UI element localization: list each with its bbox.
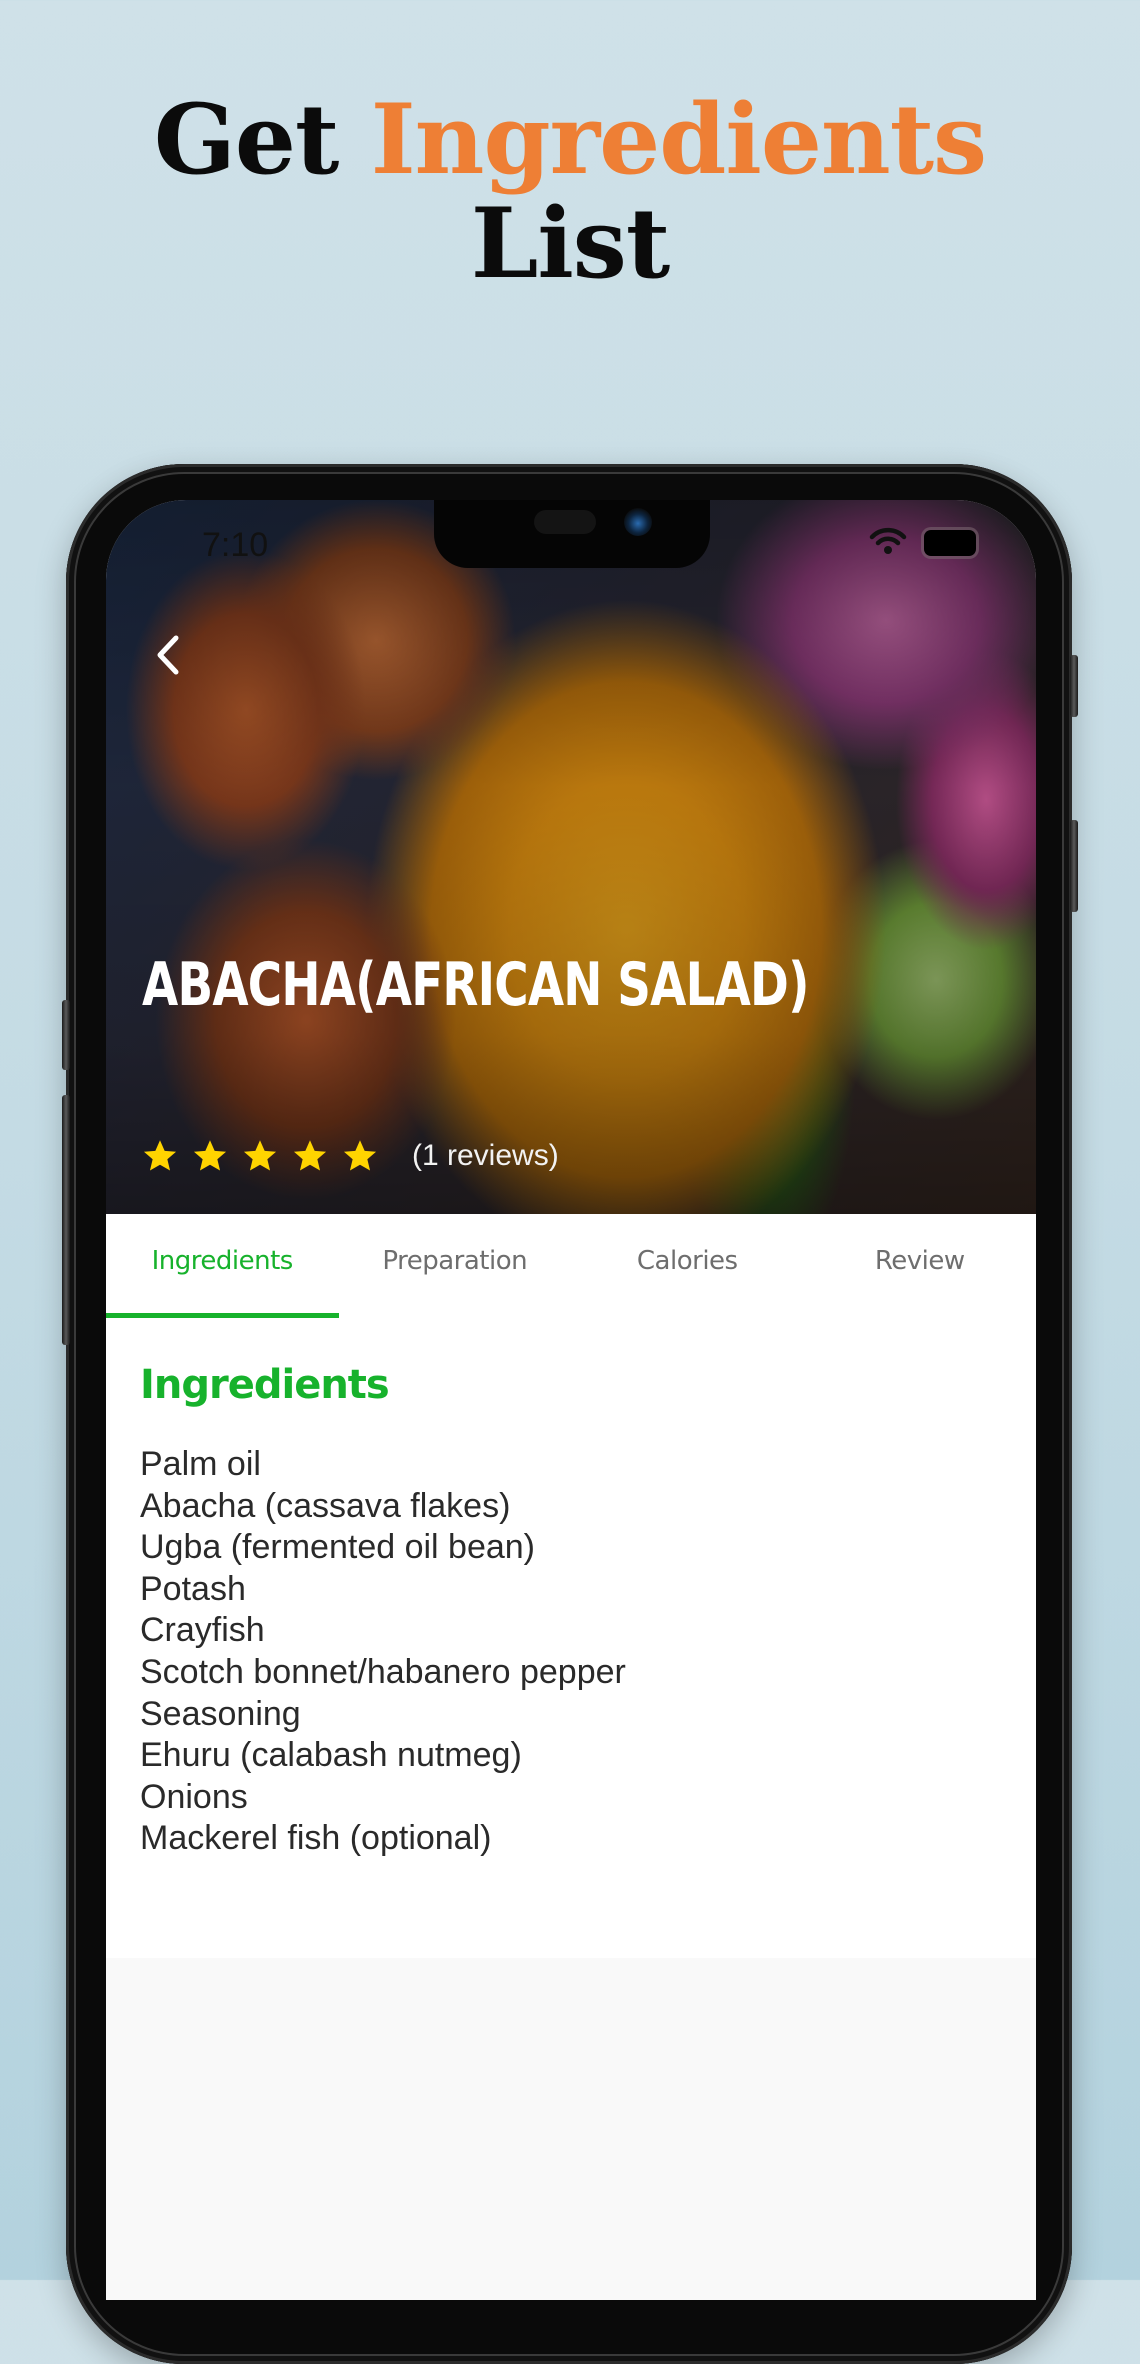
recipe-tabs: Ingredients Preparation Calories Review xyxy=(106,1214,1036,1318)
star-icon xyxy=(143,1140,177,1171)
list-item: Ugba (fermented oil bean) xyxy=(140,1528,536,1567)
headline-prefix: Get xyxy=(153,83,339,196)
list-item: Ehuru (calabash nutmeg) xyxy=(140,1736,522,1775)
headline-suffix: List xyxy=(470,187,670,300)
star-rating xyxy=(142,1138,392,1174)
tab-ingredients[interactable]: Ingredients xyxy=(106,1214,339,1318)
rating-row: (1 reviews) xyxy=(142,1138,559,1174)
headline-line-1: Get Ingredients xyxy=(0,88,1140,192)
star-icon xyxy=(243,1140,277,1171)
speaker-grille xyxy=(534,510,596,534)
list-item: Mackerel fish (optional) xyxy=(140,1819,492,1858)
list-item: Palm oil xyxy=(140,1445,261,1483)
list-item: Potash xyxy=(140,1569,246,1608)
list-item: Crayfish xyxy=(140,1611,265,1650)
back-button[interactable] xyxy=(146,630,190,680)
headline-accent: Ingredients xyxy=(370,83,987,196)
battery-icon xyxy=(924,530,976,556)
recipe-hero-image xyxy=(106,500,1036,1214)
phone-screen: 7:10 ABACHA(AFRICAN SALAD) (1 reviews) I… xyxy=(106,500,1036,2300)
ingredient-list: Palm oil Abacha (cassava flakes) Ugba (f… xyxy=(140,1444,626,1860)
star-icon xyxy=(293,1140,327,1171)
section-title: Ingredients xyxy=(140,1362,390,1408)
star-icon xyxy=(343,1140,377,1171)
phone-side-button xyxy=(1070,820,1078,912)
list-item: Scotch bonnet/habanero pepper xyxy=(140,1652,626,1691)
phone-mute-switch xyxy=(62,1000,70,1070)
star-icon xyxy=(193,1140,227,1171)
reviews-count[interactable]: (1 reviews) xyxy=(412,1139,559,1173)
tab-preparation[interactable]: Preparation xyxy=(339,1214,572,1318)
phone-volume-button xyxy=(62,1095,70,1345)
recipe-title: ABACHA(AFRICAN SALAD) xyxy=(142,950,810,1020)
tab-review[interactable]: Review xyxy=(804,1214,1037,1318)
promo-headline: Get Ingredients List xyxy=(0,88,1140,296)
phone-power-button xyxy=(1070,655,1078,717)
tab-calories[interactable]: Calories xyxy=(571,1214,804,1318)
status-time: 7:10 xyxy=(202,526,269,564)
empty-area xyxy=(106,1958,1036,2300)
front-camera xyxy=(624,508,652,536)
list-item: Onions xyxy=(140,1777,248,1816)
list-item: Seasoning xyxy=(140,1694,301,1733)
ingredients-panel: Ingredients Palm oil Abacha (cassava fla… xyxy=(106,1318,1036,1958)
phone-notch xyxy=(434,500,710,568)
wifi-icon xyxy=(869,527,907,554)
list-item: Abacha (cassava flakes) xyxy=(140,1486,511,1525)
